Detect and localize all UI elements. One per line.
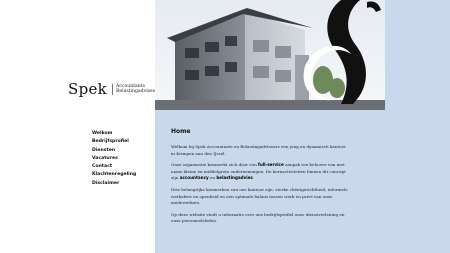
logo-tagline-line2: Belastingadviseurs	[116, 89, 161, 94]
belastingadvies-term: belastingadvies	[216, 175, 253, 181]
website-info-paragraph: Op deze website vindt u informatie over …	[171, 211, 345, 224]
intro-paragraph: Welkom bij Spek Accountants en Belasting…	[171, 144, 347, 156]
nav-item-klachtenregeling[interactable]: Klachtenregeling	[92, 171, 136, 179]
services-text-e: .	[252, 175, 255, 181]
features-paragraph: Drie belangrijke kenmerken van ons kanto…	[171, 186, 348, 206]
logo-tagline-line1: Accountants	[116, 83, 145, 89]
nav-item-vacatures[interactable]: Vacatures	[92, 155, 136, 163]
left-column: Spek Accountants Belastingadviseurs Welk…	[0, 0, 160, 253]
nav-item-bedrijfsprofiel[interactable]: Bedrijfsprofiel	[92, 138, 136, 146]
accountancy-term: accountancy	[179, 175, 209, 181]
nav-item-disclaimer[interactable]: Disclaimer	[92, 180, 136, 188]
hero-image	[155, 0, 385, 110]
services-paragraph: Onze organisatie kenmerkt zich door een …	[171, 162, 351, 182]
nav-item-contact[interactable]: Contact	[92, 163, 136, 171]
logo-wordmark: Spek	[68, 80, 108, 98]
nav-item-welkom[interactable]: Welkom	[92, 130, 136, 138]
nav-item-diensten[interactable]: Diensten	[92, 147, 136, 155]
building-illustration	[155, 0, 385, 110]
page-title: Home	[171, 128, 191, 135]
main-nav: Welkom Bedrijfsprofiel Diensten Vacature…	[92, 130, 136, 188]
main-content: Home Welkom bij Spek Accountants en Bela…	[171, 128, 351, 230]
logo-tagline: Accountants Belastingadviseurs	[112, 83, 161, 95]
full-service-term: full-service	[258, 162, 284, 168]
services-text-a: Onze organisatie kenmerkt zich door een	[171, 162, 259, 168]
logo[interactable]: Spek Accountants Belastingadviseurs	[68, 80, 160, 98]
